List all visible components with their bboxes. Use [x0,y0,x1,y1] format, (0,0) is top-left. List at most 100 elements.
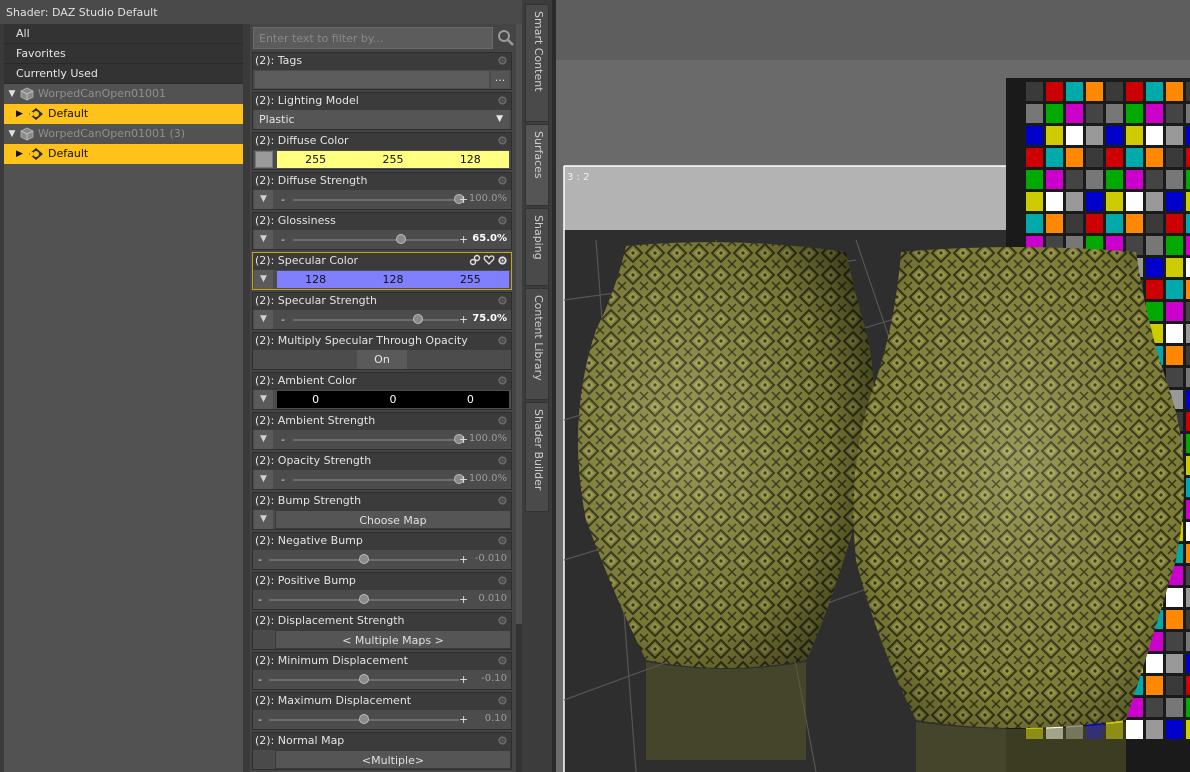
slider-value[interactable]: 65.0% [472,233,507,244]
decrement-icon[interactable]: - [281,233,285,246]
dropdown-arrow-icon[interactable]: ▼ [254,430,273,449]
decrement-icon[interactable]: - [258,553,262,566]
tags-input[interactable] [255,71,489,88]
color-value-field[interactable]: 0 0 0 [277,391,509,408]
slider-track[interactable] [293,479,459,481]
slider-track[interactable] [293,439,459,441]
tags-browse-button[interactable]: ... [491,71,509,88]
gear-icon[interactable] [497,735,508,746]
slider-value[interactable]: 75.0% [472,313,507,324]
tree-item-default-1[interactable]: ▶ Default [4,104,243,124]
heart-icon[interactable] [483,254,495,266]
map-button[interactable]: <Multiple> [275,750,511,769]
toggle-button[interactable]: On [357,350,407,369]
search-icon[interactable] [496,27,516,49]
color-swatch[interactable] [255,151,273,168]
gear-icon[interactable] [497,695,508,706]
gear-icon[interactable] [497,415,508,426]
filter-currently-used[interactable]: Currently Used [4,64,243,84]
gear-icon[interactable] [497,135,508,146]
slider-value[interactable]: 0.10 [485,713,507,724]
increment-icon[interactable]: + [459,673,468,686]
slider-track[interactable] [293,319,459,321]
tree-node-object-1[interactable]: ▼ WorpedCanOpen01001 [4,84,243,104]
gear-icon[interactable] [497,335,508,346]
dropdown-arrow-icon[interactable]: ▼ [254,270,273,289]
increment-icon[interactable]: + [459,433,468,446]
gear-icon[interactable] [497,375,508,386]
dropdown-arrow-icon[interactable]: ▼ [254,470,273,489]
tab-content-library[interactable]: Content Library [525,288,549,400]
expand-down-icon[interactable]: ▼ [6,84,18,104]
slider-value[interactable]: 100.0% [469,193,507,204]
decrement-icon[interactable]: - [281,193,285,206]
map-swatch[interactable] [254,630,273,649]
increment-icon[interactable]: + [459,553,468,566]
slider-track[interactable] [293,199,459,201]
expand-down-icon[interactable]: ▼ [6,124,18,144]
slider-value[interactable]: 0.010 [478,593,507,604]
filter-favorites[interactable]: Favorites [4,44,243,64]
color-value-field[interactable]: 128 128 255 [277,271,509,288]
tree-item-default-2[interactable]: ▶ Default [4,144,243,164]
gear-icon[interactable] [497,655,508,666]
slider-knob[interactable] [412,314,423,324]
gear-icon[interactable] [497,215,508,226]
decrement-icon[interactable]: - [258,673,262,686]
slider-value[interactable]: 100.0% [469,433,507,444]
decrement-icon[interactable]: - [258,713,262,726]
slider-value[interactable]: -0.010 [475,553,507,564]
increment-icon[interactable]: + [459,233,468,246]
dropdown-arrow-icon[interactable]: ▼ [254,310,273,329]
gear-icon[interactable] [497,535,508,546]
color-value-field[interactable]: 255 255 128 [277,151,509,168]
increment-icon[interactable]: + [459,593,468,606]
slider-knob[interactable] [395,234,406,244]
dropdown-arrow-icon[interactable]: ▼ [254,230,273,249]
map-button[interactable]: < Multiple Maps > [275,630,511,649]
map-button[interactable]: Choose Map [275,510,511,529]
tab-shaping[interactable]: Shaping [525,208,549,286]
slider-value[interactable]: -0.10 [481,673,507,684]
dropdown-arrow-icon[interactable]: ▼ [254,190,273,209]
slider-knob[interactable] [359,594,369,604]
gear-icon[interactable] [497,455,508,466]
link-icon[interactable] [469,254,481,266]
gear-icon[interactable] [497,495,508,506]
slider-track[interactable] [293,239,459,241]
filter-all[interactable]: All [4,24,243,44]
gear-icon[interactable] [497,295,508,306]
decrement-icon[interactable]: - [281,473,285,486]
decrement-icon[interactable]: - [281,313,285,326]
increment-icon[interactable]: + [459,313,468,326]
dropdown-arrow-icon[interactable]: ▼ [254,510,273,529]
expand-right-icon[interactable]: ▶ [16,104,26,124]
gear-icon[interactable] [497,175,508,186]
tree-node-object-2[interactable]: ▼ WorpedCanOpen01001 (3) [4,124,243,144]
decrement-icon[interactable]: - [258,593,262,606]
lighting-model-select[interactable]: Plastic ▼ [255,110,509,129]
expand-right-icon[interactable]: ▶ [16,144,26,164]
slider-knob[interactable] [359,674,369,684]
slider-value[interactable]: 100.0% [469,473,507,484]
gear-icon[interactable] [497,55,508,66]
gear-icon[interactable] [497,615,508,626]
tab-shader-builder[interactable]: Shader Builder [525,402,549,512]
gear-icon[interactable] [497,575,508,586]
map-swatch[interactable] [254,750,273,769]
increment-icon[interactable]: + [459,473,468,486]
tab-smart-content[interactable]: Smart Content [525,4,549,122]
decrement-icon[interactable]: - [281,433,285,446]
tab-surfaces[interactable]: Surfaces [525,124,549,206]
3d-viewport[interactable]: 3 : 2 [556,0,1190,772]
slider-knob[interactable] [359,714,369,724]
gear-icon[interactable] [497,95,508,106]
dropdown-arrow-icon[interactable]: ▼ [254,390,273,409]
color-chart-cell [1166,698,1183,717]
filter-input[interactable]: Enter text to filter by... [253,27,493,49]
slider-knob[interactable] [359,554,369,564]
gear-icon[interactable] [497,255,508,266]
increment-icon[interactable]: + [459,193,468,206]
increment-icon[interactable]: + [459,713,468,726]
color-chart-cell [1146,170,1163,189]
